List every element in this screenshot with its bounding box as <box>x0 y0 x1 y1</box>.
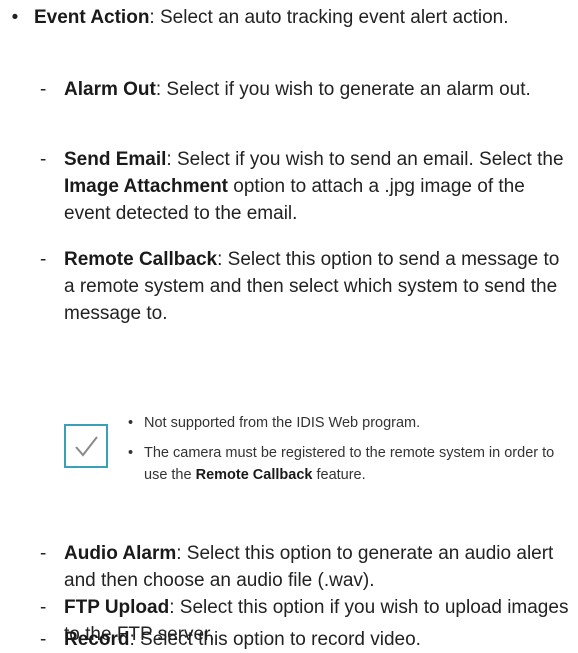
alarm-out-description: : Select if you wish to generate an alar… <box>155 79 531 100</box>
remote-callback-item: - Remote Callback: Select this option to… <box>40 246 570 327</box>
record-text: Record: Select this option to record vid… <box>64 626 570 653</box>
dash: - <box>40 79 47 100</box>
note-text: Not supported from the IDIS Web program. <box>144 415 421 431</box>
dash: - <box>40 543 47 564</box>
audio-alarm-item: - Audio Alarm: Select this option to gen… <box>40 540 570 594</box>
note-text-end: feature. <box>312 467 366 483</box>
alarm-out-item: - Alarm Out: Select if you wish to gener… <box>40 76 570 103</box>
note-item: • The camera must be registered to the r… <box>128 442 570 486</box>
note-list: • Not supported from the IDIS Web progra… <box>128 412 570 494</box>
note-bullet: • <box>128 415 134 431</box>
bullet: • <box>11 7 19 28</box>
dash: - <box>40 249 47 270</box>
alarm-out-text: Alarm Out: Select if you wish to generat… <box>64 76 570 103</box>
dash: - <box>40 149 47 170</box>
send-email-item: - Send Email: Select if you wish to send… <box>40 146 570 227</box>
audio-alarm-label: Audio Alarm <box>64 543 177 564</box>
send-email-description: : Select if you wish to send an email. S… <box>166 149 564 170</box>
event-action-label: Event Action <box>34 7 150 28</box>
record-label: Record <box>64 629 130 650</box>
event-action-description: : Select an auto tracking event alert ac… <box>149 7 509 28</box>
manual-page: • Event Action: Select an auto tracking … <box>0 0 578 653</box>
dash: - <box>40 597 47 618</box>
audio-alarm-text: Audio Alarm: Select this option to gener… <box>64 540 570 594</box>
checkmark-icon <box>64 424 108 468</box>
note-box: • Not supported from the IDIS Web progra… <box>64 412 570 528</box>
note-remote-callback: Remote Callback <box>195 467 313 483</box>
ftp-upload-label: FTP Upload <box>64 597 170 618</box>
send-email-label: Send Email <box>64 149 167 170</box>
dash: - <box>40 629 47 650</box>
remote-callback-text: Remote Callback: Select this option to s… <box>64 246 570 327</box>
remote-callback-label: Remote Callback <box>64 249 218 270</box>
image-attachment-label: Image Attachment <box>64 176 228 197</box>
event-action-text: Event Action: Select an auto tracking ev… <box>34 4 568 31</box>
note-item: • Not supported from the IDIS Web progra… <box>128 412 570 434</box>
alarm-out-label: Alarm Out <box>64 79 156 100</box>
record-description: : Select this option to record video. <box>129 629 421 650</box>
record-item: - Record: Select this option to record v… <box>40 626 570 653</box>
event-action-item: • Event Action: Select an auto tracking … <box>8 4 568 31</box>
send-email-text: Send Email: Select if you wish to send a… <box>64 146 570 227</box>
note-bullet: • <box>128 445 134 461</box>
